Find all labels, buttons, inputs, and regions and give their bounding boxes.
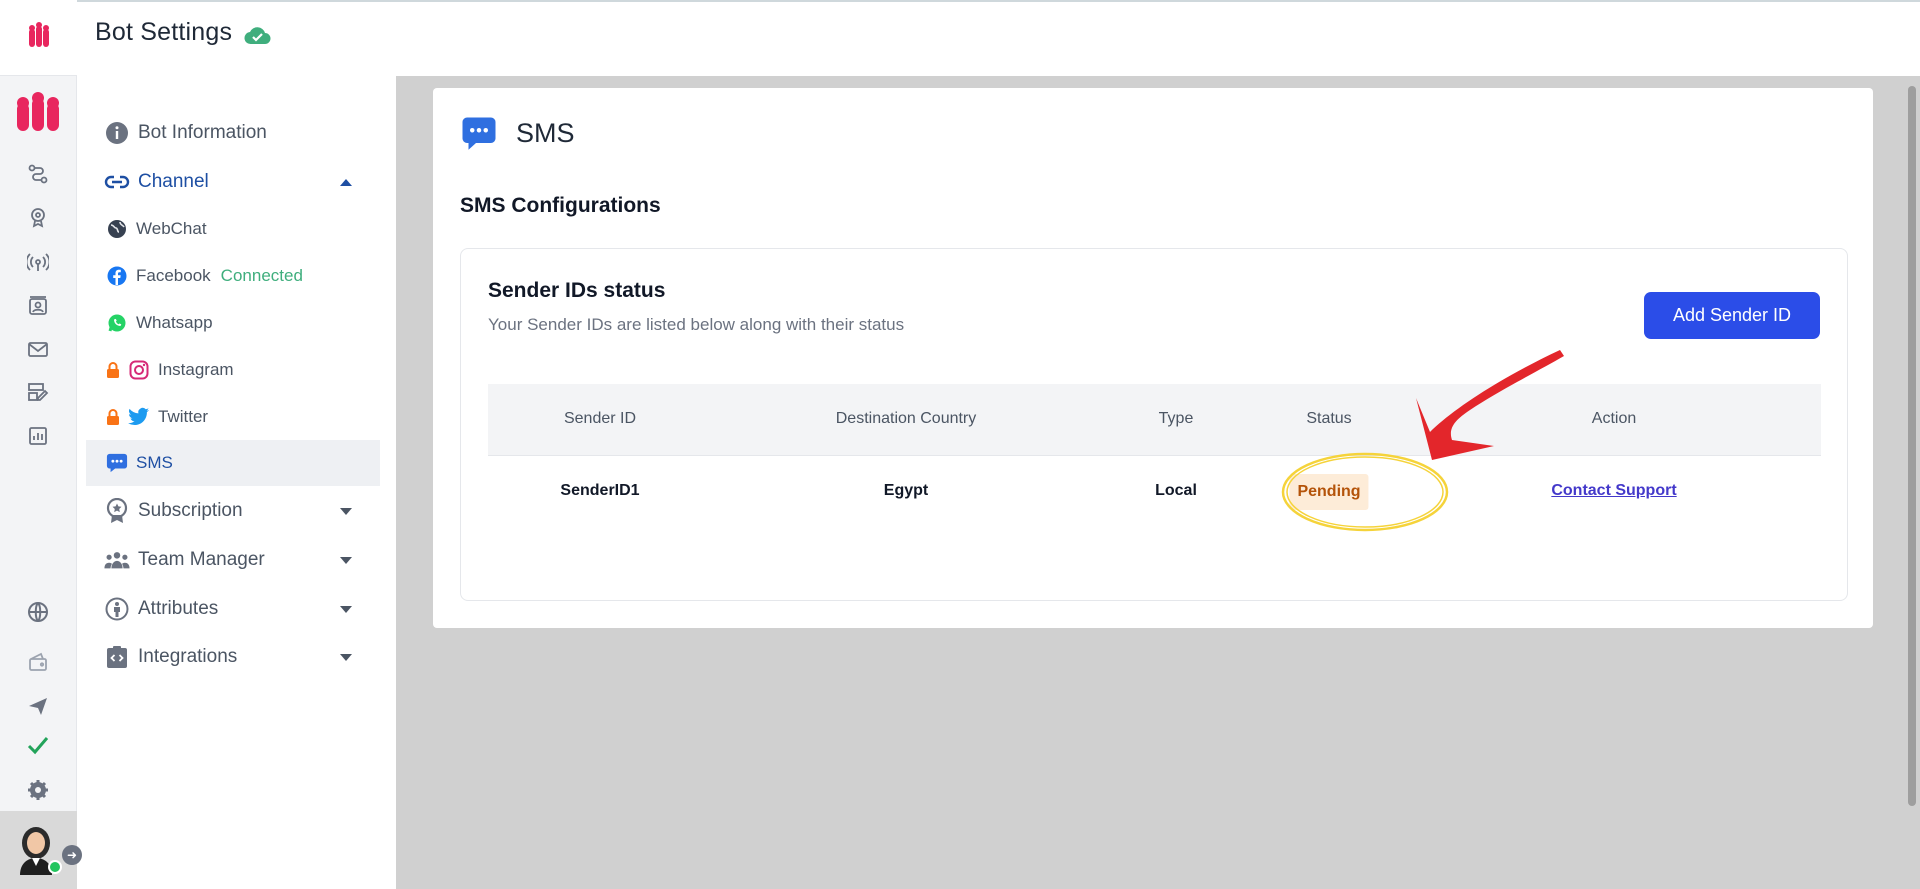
channel-sms[interactable]: SMS [86, 440, 380, 486]
channel-facebook-label: Facebook [136, 266, 211, 285]
instagram-icon [128, 359, 150, 381]
channel-whatsapp[interactable]: Whatsapp [86, 310, 380, 336]
mail-icon[interactable] [24, 335, 52, 363]
online-status-dot [48, 860, 62, 874]
channel-webchat[interactable]: WebChat [86, 216, 380, 242]
channel-instagram[interactable]: Instagram [86, 357, 380, 383]
globe-icon [106, 218, 128, 240]
expand-rail-button[interactable]: ➜ [62, 845, 82, 865]
menu-subscription[interactable]: Subscription [86, 496, 380, 526]
gear-icon[interactable] [24, 776, 52, 804]
sms-chat-icon [106, 452, 128, 474]
sender-id-cell: SenderID1 [560, 482, 640, 499]
analytics-icon[interactable] [24, 422, 52, 450]
integrations-icon [104, 644, 130, 670]
menu-attributes[interactable]: Attributes [86, 594, 380, 624]
lock-icon [106, 361, 120, 379]
top-border [0, 0, 1920, 2]
chevron-down-icon[interactable] [340, 653, 352, 661]
channel-whatsapp-label: Whatsapp [136, 313, 213, 332]
info-icon [104, 120, 130, 146]
section-title: SMS Configurations [460, 194, 661, 217]
panel-subtitle: Your Sender IDs are listed below along w… [488, 315, 905, 334]
rail-logo-area [0, 0, 77, 76]
menu-bot-information[interactable]: Bot Information [86, 118, 380, 148]
channel-twitter-label: Twitter [158, 407, 209, 426]
type-cell: Local [1155, 482, 1197, 499]
training-icon[interactable] [24, 203, 52, 231]
menu-team-manager[interactable]: Team Manager [86, 545, 380, 575]
column-header: Type [1158, 410, 1194, 427]
channel-webchat-label: WebChat [136, 219, 207, 238]
attributes-icon [104, 596, 130, 622]
sms-chat-icon [461, 116, 497, 152]
channel-facebook[interactable]: Facebook Connected [86, 263, 380, 289]
facebook-icon [106, 265, 128, 287]
flow-icon[interactable] [24, 160, 52, 188]
sms-card: SMS SMS Configurations Sender IDs status… [433, 88, 1873, 628]
team-icon [104, 547, 130, 573]
menu-integrations-label: Integrations [138, 646, 238, 667]
add-sender-id-button[interactable]: Add Sender ID [1644, 292, 1820, 339]
column-header: Action [1591, 410, 1637, 427]
broadcast-icon[interactable] [24, 248, 52, 276]
left-rail: ➜ [0, 0, 82, 889]
menu-channel-label: Channel [138, 171, 209, 192]
menu-attributes-label: Attributes [138, 598, 219, 619]
card-title: SMS [516, 118, 575, 148]
menu-bot-information-label: Bot Information [138, 122, 267, 143]
channel-twitter[interactable]: Twitter [86, 404, 380, 430]
country-cell: Egypt [883, 482, 929, 499]
column-header: Destination Country [835, 410, 977, 427]
globe-icon[interactable] [24, 598, 52, 626]
menu-subscription-label: Subscription [138, 500, 243, 521]
contacts-icon[interactable] [24, 292, 52, 320]
column-header: Sender ID [563, 410, 637, 427]
app-logo-icon[interactable] [23, 19, 55, 56]
templates-icon[interactable] [24, 378, 52, 406]
chevron-down-icon[interactable] [340, 507, 352, 515]
status-badge: Pending [1289, 474, 1369, 510]
channel-sms-label: SMS [136, 453, 173, 472]
table-header: Sender ID Destination Country Type Statu… [488, 384, 1821, 456]
panel-title: Sender IDs status [488, 279, 666, 302]
whatsapp-icon [106, 312, 128, 334]
menu-team-manager-label: Team Manager [138, 549, 265, 570]
award-icon [104, 498, 130, 524]
twitter-icon [128, 406, 150, 428]
link-icon [104, 169, 130, 195]
send-icon[interactable] [24, 692, 52, 720]
facebook-connected-status: Connected [220, 266, 303, 285]
wallet-icon[interactable] [24, 648, 52, 676]
lock-icon [106, 408, 120, 426]
column-header: Status [1306, 410, 1352, 427]
brand-logo-icon[interactable] [10, 88, 66, 136]
page-title: Bot Settings [95, 18, 233, 46]
chevron-down-icon[interactable] [340, 605, 352, 613]
contact-support-link[interactable]: Contact Support [1551, 482, 1676, 500]
chevron-down-icon[interactable] [340, 556, 352, 564]
scrollbar[interactable] [1908, 86, 1916, 806]
menu-channel[interactable]: Channel [86, 167, 380, 197]
menu-integrations[interactable]: Integrations [86, 642, 380, 672]
channel-instagram-label: Instagram [158, 360, 234, 379]
table-row: SenderID1 Egypt Local Pending Contact Su… [488, 456, 1821, 530]
chevron-up-icon[interactable] [340, 178, 352, 186]
check-icon[interactable] [24, 731, 52, 759]
cloud-check-icon [244, 24, 272, 46]
sender-ids-panel: Sender IDs status Your Sender IDs are li… [460, 248, 1848, 601]
